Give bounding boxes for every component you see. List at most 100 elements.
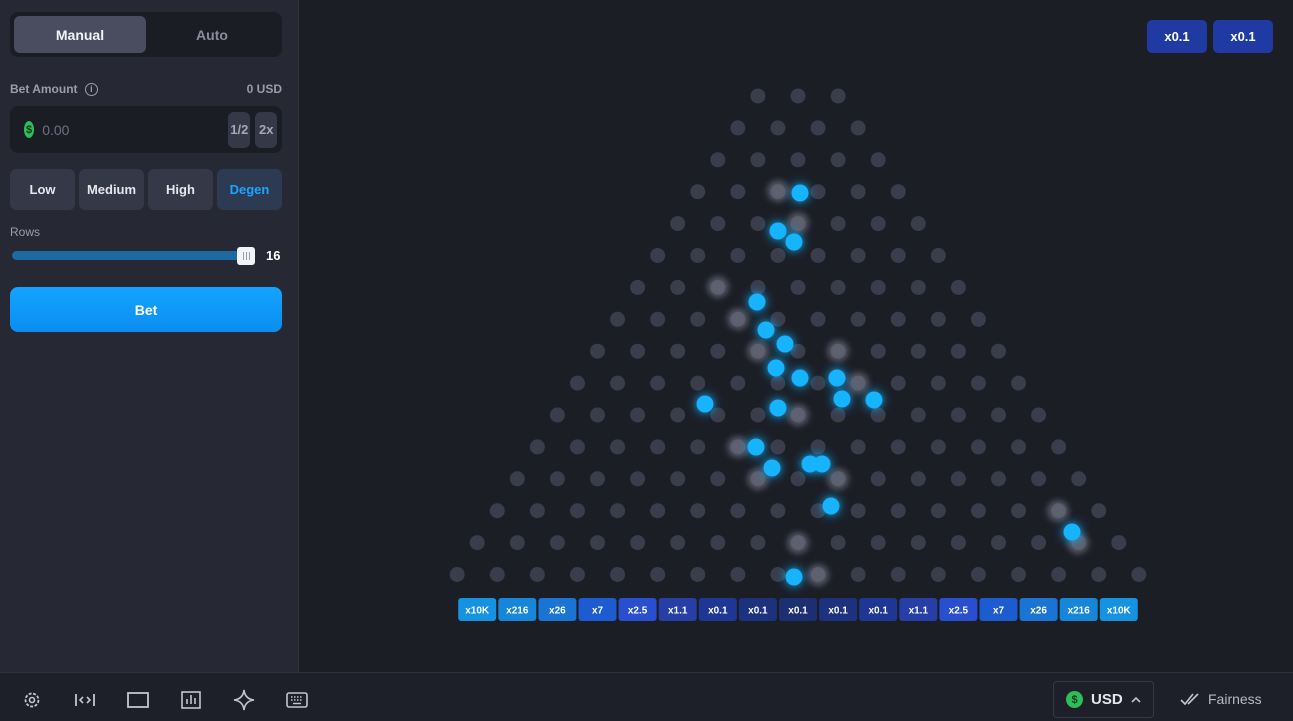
double-bet-button[interactable]: 2x xyxy=(255,111,277,148)
peg xyxy=(1031,407,1047,423)
auto-tab[interactable]: Auto xyxy=(146,16,278,53)
peg xyxy=(830,152,846,168)
peg xyxy=(469,535,485,551)
plinko-ball xyxy=(822,497,840,515)
peg xyxy=(610,439,626,455)
peg xyxy=(970,375,986,391)
peg xyxy=(730,248,746,263)
fairness-button[interactable]: Fairness xyxy=(1180,691,1262,707)
peg xyxy=(1071,471,1087,487)
peg xyxy=(590,471,605,487)
peg xyxy=(850,567,866,582)
multiplier-slot: x0.1 xyxy=(859,598,898,621)
peg xyxy=(890,311,906,327)
bet-button[interactable]: Bet xyxy=(10,287,282,332)
keyboard-icon[interactable] xyxy=(286,691,308,709)
peg xyxy=(950,471,966,487)
peg xyxy=(870,279,886,295)
manual-tab[interactable]: Manual xyxy=(14,16,146,53)
info-icon[interactable]: i xyxy=(84,83,98,97)
peg xyxy=(750,88,766,104)
peg xyxy=(910,535,926,551)
mode-toggle: Manual Auto xyxy=(10,12,282,57)
stats-icon[interactable] xyxy=(180,691,202,709)
peg xyxy=(670,535,686,551)
multiplier-label: x0.1 xyxy=(748,606,768,617)
plinko-ball xyxy=(776,335,794,353)
history-badge: x0.1 xyxy=(1213,20,1273,53)
peg xyxy=(930,248,946,263)
peg xyxy=(590,535,605,551)
peg xyxy=(950,279,966,295)
peg xyxy=(650,375,666,391)
risk-medium-button[interactable]: Medium xyxy=(79,169,144,210)
peg xyxy=(690,375,706,391)
multiplier-label: x10K xyxy=(1107,606,1132,617)
peg xyxy=(1051,567,1067,582)
peg xyxy=(710,216,726,232)
plinko-ball xyxy=(696,395,714,413)
peg xyxy=(650,567,666,582)
peg xyxy=(870,343,886,359)
game-area: x10K x216 x26 x7 x2.5 x1.1 x0.1 x0.1 x0.1 x0.1 x0.… xyxy=(300,0,1293,672)
multiplier-label: x1.1 xyxy=(668,606,688,617)
peg xyxy=(950,535,966,551)
peg xyxy=(670,216,686,232)
sparkle-icon[interactable] xyxy=(233,689,255,711)
plinko-ball xyxy=(791,184,809,202)
peg xyxy=(670,279,686,295)
peg xyxy=(590,343,605,359)
rows-value: 16 xyxy=(266,248,281,263)
peg-hit-glow xyxy=(827,340,849,362)
peg xyxy=(830,279,846,295)
peg xyxy=(810,439,826,455)
dollar-coin-icon: $ xyxy=(1066,691,1083,708)
peg xyxy=(650,439,666,455)
gear-icon[interactable] xyxy=(21,691,43,709)
half-bet-button[interactable]: 1/2 xyxy=(228,111,251,148)
rows-label: Rows xyxy=(10,225,41,239)
peg xyxy=(930,503,946,519)
currency-selector[interactable]: $ USD xyxy=(1053,681,1154,718)
peg xyxy=(1051,439,1067,455)
rows-slider-track[interactable] xyxy=(12,251,248,260)
result-history: x0.1 x0.1 xyxy=(1147,20,1273,53)
peg xyxy=(730,120,746,136)
rows-header: Rows xyxy=(10,225,282,239)
plinko-ball xyxy=(1063,523,1081,541)
peg xyxy=(730,503,746,519)
multiplier-label: x0.1 xyxy=(708,606,728,617)
peg xyxy=(991,535,1006,551)
multiplier-slot: x10K xyxy=(1099,598,1138,621)
multiplier-slot: x216 xyxy=(498,598,537,621)
peg xyxy=(1011,375,1027,391)
multiplier-label: x0.1 xyxy=(868,606,888,617)
multiplier-slot: x0.1 xyxy=(698,598,737,621)
peg xyxy=(870,152,886,168)
peg xyxy=(690,567,706,582)
peg xyxy=(870,535,886,551)
peg xyxy=(890,248,906,263)
theater-icon[interactable] xyxy=(127,691,149,709)
rows-slider-handle[interactable] xyxy=(237,247,255,265)
peg xyxy=(690,503,706,519)
plinko-ball xyxy=(747,438,765,456)
peg xyxy=(910,471,926,487)
multiplier-slot: x0.1 xyxy=(738,598,777,621)
peg xyxy=(529,439,545,455)
peg xyxy=(650,503,666,519)
peg xyxy=(991,343,1006,359)
risk-degen-button[interactable]: Degen xyxy=(217,169,282,210)
risk-high-button[interactable]: High xyxy=(148,169,213,210)
peg xyxy=(770,248,786,263)
expand-icon[interactable] xyxy=(74,691,96,709)
peg xyxy=(630,343,646,359)
peg xyxy=(569,503,585,519)
multiplier-slot: x2.5 xyxy=(939,598,978,621)
peg xyxy=(630,407,646,423)
multiplier-label: x0.1 xyxy=(828,606,848,617)
multiplier-label: x10K xyxy=(465,606,490,617)
peg xyxy=(509,471,525,487)
risk-low-button[interactable]: Low xyxy=(10,169,75,210)
bet-amount-input[interactable] xyxy=(42,121,224,138)
